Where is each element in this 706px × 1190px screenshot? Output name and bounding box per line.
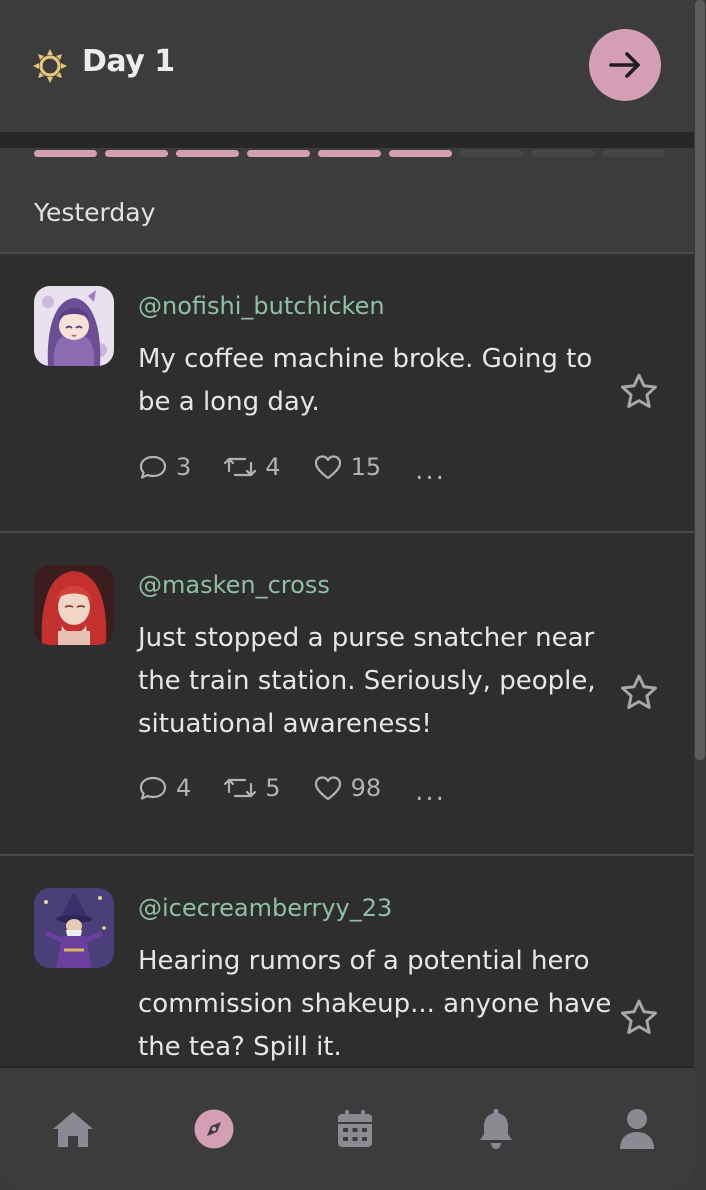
nav-explore[interactable] — [191, 1106, 237, 1152]
star-icon[interactable] — [617, 370, 661, 414]
bell-icon — [480, 1109, 512, 1149]
progress-segment — [602, 150, 665, 157]
star-icon[interactable] — [617, 996, 661, 1040]
avatar[interactable] — [34, 565, 114, 645]
star-icon[interactable] — [617, 671, 661, 715]
heart-icon — [314, 776, 341, 801]
feed-post[interactable]: @nofishi_butchicken My coffee machine br… — [0, 254, 694, 533]
nav-calendar[interactable] — [332, 1106, 378, 1152]
repost-button[interactable]: 5 — [223, 774, 281, 802]
post-text: My coffee machine broke. Going to be a l… — [138, 338, 618, 424]
header-divider — [0, 132, 694, 148]
nav-profile[interactable] — [614, 1106, 660, 1152]
like-button[interactable]: 98 — [313, 774, 382, 802]
progress-segment — [460, 150, 523, 157]
calendar-icon — [338, 1110, 372, 1147]
repost-count: 4 — [265, 453, 281, 481]
post-text: Hearing rumors of a potential hero commi… — [138, 940, 618, 1069]
progress-segment — [176, 150, 239, 157]
post-handle[interactable]: @icecreamberryy_23 — [138, 894, 392, 922]
repost-count: 5 — [265, 774, 281, 802]
post-actions: 4 5 98 ... — [138, 773, 446, 807]
nav-notifications[interactable] — [473, 1106, 519, 1152]
day-title: Day 1 — [82, 44, 175, 79]
like-button[interactable]: 15 — [313, 453, 382, 481]
progress-segment — [318, 150, 381, 157]
progress-segment — [389, 150, 452, 157]
next-day-button[interactable] — [589, 29, 661, 101]
post-text-line: the tea? Spill it. — [138, 1032, 342, 1062]
post-actions: 3 4 15 ... — [138, 452, 446, 486]
feed-post[interactable]: @masken_cross Just stopped a purse snatc… — [0, 533, 694, 856]
top-bar: Day 1 — [0, 0, 694, 132]
like-count: 15 — [350, 453, 382, 481]
like-count: 98 — [350, 774, 382, 802]
post-text-line: My coffee machine broke. Going to — [138, 344, 593, 374]
comment-icon — [139, 776, 167, 800]
user-icon — [620, 1109, 654, 1149]
post-text-line: the train station. Seriously, people, — [138, 666, 596, 696]
reply-button[interactable]: 3 — [138, 453, 191, 481]
heart-icon — [314, 455, 341, 480]
progress-segment — [531, 150, 594, 157]
arrow-right-icon — [609, 52, 640, 78]
compass-icon — [194, 1109, 234, 1149]
post-text-line: situational awareness! — [138, 709, 432, 739]
post-text-line: commission shakeup... anyone have — [138, 989, 612, 1019]
more-options-button[interactable]: ... — [415, 456, 446, 486]
progress-segment — [34, 150, 97, 157]
more-options-button[interactable]: ... — [415, 777, 446, 807]
post-text: Just stopped a purse snatcher near the t… — [138, 617, 618, 746]
post-text-line: be a long day. — [138, 387, 320, 417]
reply-button[interactable]: 4 — [138, 774, 191, 802]
section-label: Yesterday — [34, 198, 156, 227]
repost-icon — [224, 778, 257, 798]
comment-icon — [139, 455, 167, 479]
repost-button[interactable]: 4 — [223, 453, 281, 481]
bottom-navigation — [0, 1066, 694, 1190]
scrollbar-thumb[interactable] — [695, 0, 705, 760]
day-progress-section: Yesterday — [0, 148, 694, 254]
day-progress-bar — [34, 150, 665, 157]
nav-home[interactable] — [50, 1106, 96, 1152]
sun-icon — [33, 49, 67, 83]
post-handle[interactable]: @masken_cross — [138, 571, 330, 599]
post-feed[interactable]: @nofishi_butchicken My coffee machine br… — [0, 254, 694, 1178]
home-icon — [53, 1112, 93, 1147]
post-text-line: Hearing rumors of a potential hero — [138, 946, 590, 976]
progress-segment — [247, 150, 310, 157]
reply-count: 4 — [176, 774, 192, 802]
post-text-line: Just stopped a purse snatcher near — [138, 623, 595, 653]
app-window: Day 1 Yesterday @nofishi_butchicken My c… — [0, 0, 694, 1190]
avatar[interactable] — [34, 888, 114, 968]
repost-icon — [224, 457, 257, 477]
avatar[interactable] — [34, 286, 114, 366]
progress-segment — [105, 150, 168, 157]
post-handle[interactable]: @nofishi_butchicken — [138, 292, 385, 320]
scrollbar-track[interactable] — [694, 0, 706, 1190]
reply-count: 3 — [176, 453, 192, 481]
